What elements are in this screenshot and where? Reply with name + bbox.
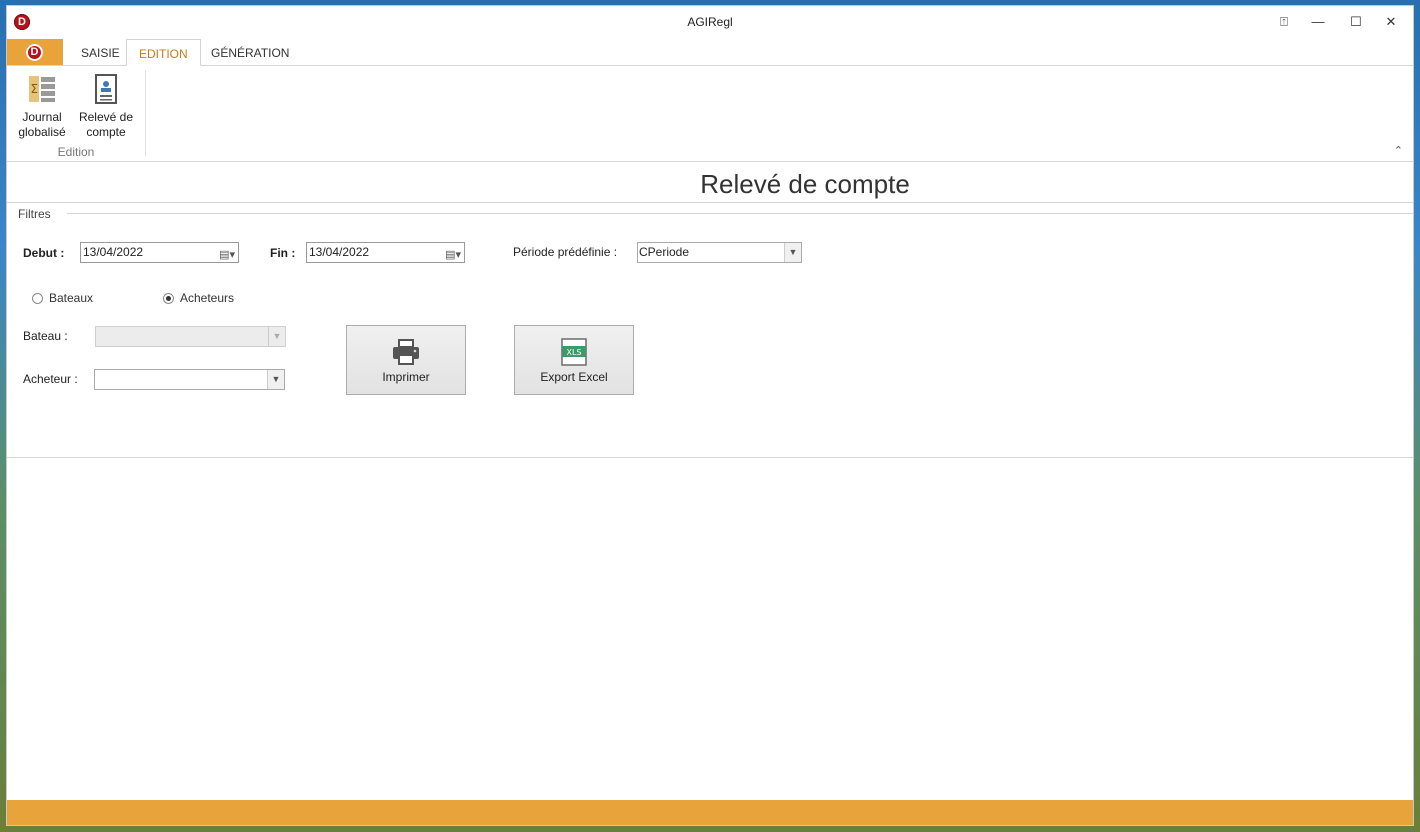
- svg-text:Σ: Σ: [31, 82, 39, 96]
- tab-edition[interactable]: EDITION: [126, 39, 201, 66]
- chevron-down-icon[interactable]: ▼: [784, 243, 801, 262]
- journal-icon: Σ: [29, 76, 55, 102]
- export-excel-button[interactable]: XLS Export Excel: [514, 325, 634, 395]
- file-menu-button[interactable]: D: [7, 39, 63, 65]
- fin-date-value: 13/04/2022: [309, 245, 370, 259]
- radio-bateaux[interactable]: Bateaux: [32, 291, 93, 305]
- acheteur-label: Acheteur :: [23, 372, 78, 386]
- journal-globalise-button[interactable]: Σ Journal globalisé: [10, 72, 74, 140]
- ribbon-group-label: Edition: [57, 145, 95, 159]
- printer-icon: [393, 339, 419, 365]
- radio-bateaux-label: Bateaux: [49, 291, 94, 305]
- app-window: D AGIRegl ⍐ — ☐ ✕ D SAISIE EDITION GÉNÉR…: [6, 5, 1414, 826]
- debut-label: Debut :: [23, 246, 65, 260]
- title-bar: D AGIRegl ⍐ — ☐ ✕: [7, 6, 1413, 38]
- acheteur-select[interactable]: ▼: [94, 369, 285, 390]
- periode-label: Période prédéfinie :: [513, 245, 618, 259]
- content-divider: [7, 457, 1413, 458]
- minimize-button[interactable]: —: [1303, 12, 1333, 32]
- tab-generation[interactable]: GÉNÉRATION: [199, 39, 301, 65]
- radio-acheteurs[interactable]: Acheteurs: [163, 291, 234, 305]
- excel-icon-text: XLS: [566, 348, 581, 357]
- calendar-dropdown-icon[interactable]: ▤▾: [445, 246, 461, 265]
- radio-bateaux-dot[interactable]: [32, 293, 43, 304]
- app-logo-icon: D: [26, 44, 43, 61]
- ribbon-group-separator: [145, 70, 146, 156]
- journal-label-2: globalisé: [18, 125, 66, 139]
- statement-icon: [95, 74, 117, 104]
- excel-icon: XLS: [561, 338, 587, 366]
- bateau-label: Bateau :: [23, 329, 68, 343]
- status-bar: [7, 800, 1413, 825]
- periode-value: CPeriode: [639, 245, 690, 259]
- page-title: Relevé de compte: [700, 169, 910, 199]
- filters-divider: [67, 213, 1413, 214]
- debut-date-value: 13/04/2022: [83, 245, 144, 259]
- bateau-select: ▼: [95, 326, 286, 347]
- filters-legend: Filtres: [18, 207, 51, 221]
- pin-icon[interactable]: ⍐: [1269, 12, 1299, 32]
- chevron-down-icon[interactable]: ▼: [267, 370, 284, 389]
- releve-de-compte-button[interactable]: Relevé de compte: [74, 72, 138, 140]
- statement-label-1: Relevé de: [78, 110, 134, 124]
- fin-label: Fin :: [270, 246, 296, 260]
- fin-date-field[interactable]: 13/04/2022 ▤▾: [306, 242, 465, 263]
- export-excel-label: Export Excel: [540, 370, 608, 384]
- print-button[interactable]: Imprimer: [346, 325, 466, 395]
- ribbon-tabs: D SAISIE EDITION GÉNÉRATION: [7, 39, 1413, 66]
- window-title: AGIRegl: [687, 15, 733, 29]
- ribbon-panel: Σ Journal globalisé Relevé de compte Edi…: [7, 66, 1413, 162]
- page-title-bar: Relevé de compte: [7, 162, 1413, 203]
- debut-date-field[interactable]: 13/04/2022 ▤▾: [80, 242, 239, 263]
- radio-acheteurs-dot[interactable]: [163, 293, 174, 304]
- calendar-dropdown-icon[interactable]: ▤▾: [219, 246, 235, 265]
- statement-label-2: compte: [86, 125, 126, 139]
- collapse-ribbon-icon[interactable]: ⌃: [1394, 144, 1403, 157]
- periode-select[interactable]: CPeriode ▼: [637, 242, 802, 263]
- chevron-down-icon: ▼: [268, 327, 285, 346]
- close-button[interactable]: ✕: [1376, 12, 1406, 32]
- print-label: Imprimer: [382, 370, 430, 384]
- radio-acheteurs-label: Acheteurs: [180, 291, 235, 305]
- journal-label-1: Journal: [22, 110, 62, 124]
- maximize-button[interactable]: ☐: [1341, 12, 1371, 32]
- tab-saisie[interactable]: SAISIE: [69, 39, 132, 65]
